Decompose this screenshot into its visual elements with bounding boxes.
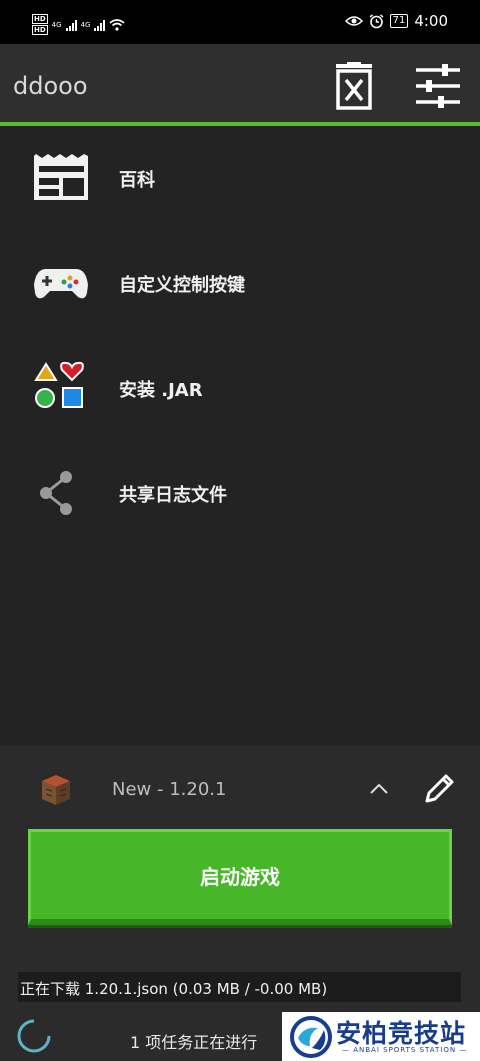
menu-item-label: 安装 .JAR xyxy=(119,380,203,401)
app-title: ddooo xyxy=(13,72,88,100)
version-selector[interactable]: New - 1.20.1 xyxy=(0,746,480,828)
menu-item-wiki[interactable]: 百科 xyxy=(0,126,480,231)
alarm-icon xyxy=(369,13,384,28)
task-status-text: 1 项任务正在进行 xyxy=(130,1033,258,1052)
version-label: New - 1.20.1 xyxy=(112,779,227,800)
news-icon xyxy=(34,154,88,200)
status-bar-left: HD HD 4G 4G xyxy=(32,14,125,35)
status-bar: HD HD 4G 4G 71 4:00 xyxy=(0,0,480,44)
gamepad-icon xyxy=(34,269,88,299)
download-text: 正在下载 1.20.1.json (0.03 MB / -0.00 MB) xyxy=(20,980,328,998)
tune-icon[interactable] xyxy=(414,64,462,108)
menu-item-label: 自定义控制按键 xyxy=(119,275,245,296)
crafting-table-icon xyxy=(42,775,70,805)
network-type-1: 4G xyxy=(51,20,62,29)
eye-icon xyxy=(344,16,363,26)
signal-icon-2 xyxy=(94,19,106,31)
chevron-up-icon[interactable] xyxy=(369,782,389,796)
anbai-logo-icon xyxy=(290,1016,332,1058)
share-icon xyxy=(40,471,72,515)
watermark-title: 安柏竞技站 xyxy=(336,1019,467,1048)
watermark-subtitle: — ANBAI SPORTS STATION — xyxy=(342,1046,468,1054)
download-status: 正在下载 1.20.1.json (0.03 MB / -0.00 MB) xyxy=(18,972,461,1002)
status-bar-right: 71 4:00 xyxy=(344,12,448,30)
hd-badge-2: HD xyxy=(32,25,48,35)
wifi-icon xyxy=(109,18,125,31)
hd-badge-1: HD xyxy=(32,14,48,24)
play-button[interactable]: 启动游戏 xyxy=(28,829,452,925)
menu-item-label: 百科 xyxy=(119,170,155,191)
menu-item-label: 共享日志文件 xyxy=(119,485,227,506)
shapes-icon xyxy=(34,361,84,408)
signal-icon-1 xyxy=(65,19,77,31)
menu-item-share-logs[interactable]: 共享日志文件 xyxy=(0,441,480,546)
menu-list: 百科 自定义控制按键 安装 .JAR 共享日志文件 xyxy=(0,126,480,746)
network-type-2: 4G xyxy=(80,20,91,29)
app-bar: ddooo xyxy=(0,44,480,124)
battery-icon: 71 xyxy=(389,14,409,28)
sim-badges: HD HD xyxy=(32,14,48,35)
trash-icon[interactable] xyxy=(332,62,376,110)
watermark: 安柏竞技站 — ANBAI SPORTS STATION — xyxy=(282,1012,480,1061)
menu-item-install-jar[interactable]: 安装 .JAR xyxy=(0,336,480,441)
clock: 4:00 xyxy=(414,12,448,30)
edit-icon[interactable] xyxy=(422,772,456,806)
menu-item-custom-controls[interactable]: 自定义控制按键 xyxy=(0,231,480,336)
progress-spinner-icon xyxy=(17,1019,51,1053)
